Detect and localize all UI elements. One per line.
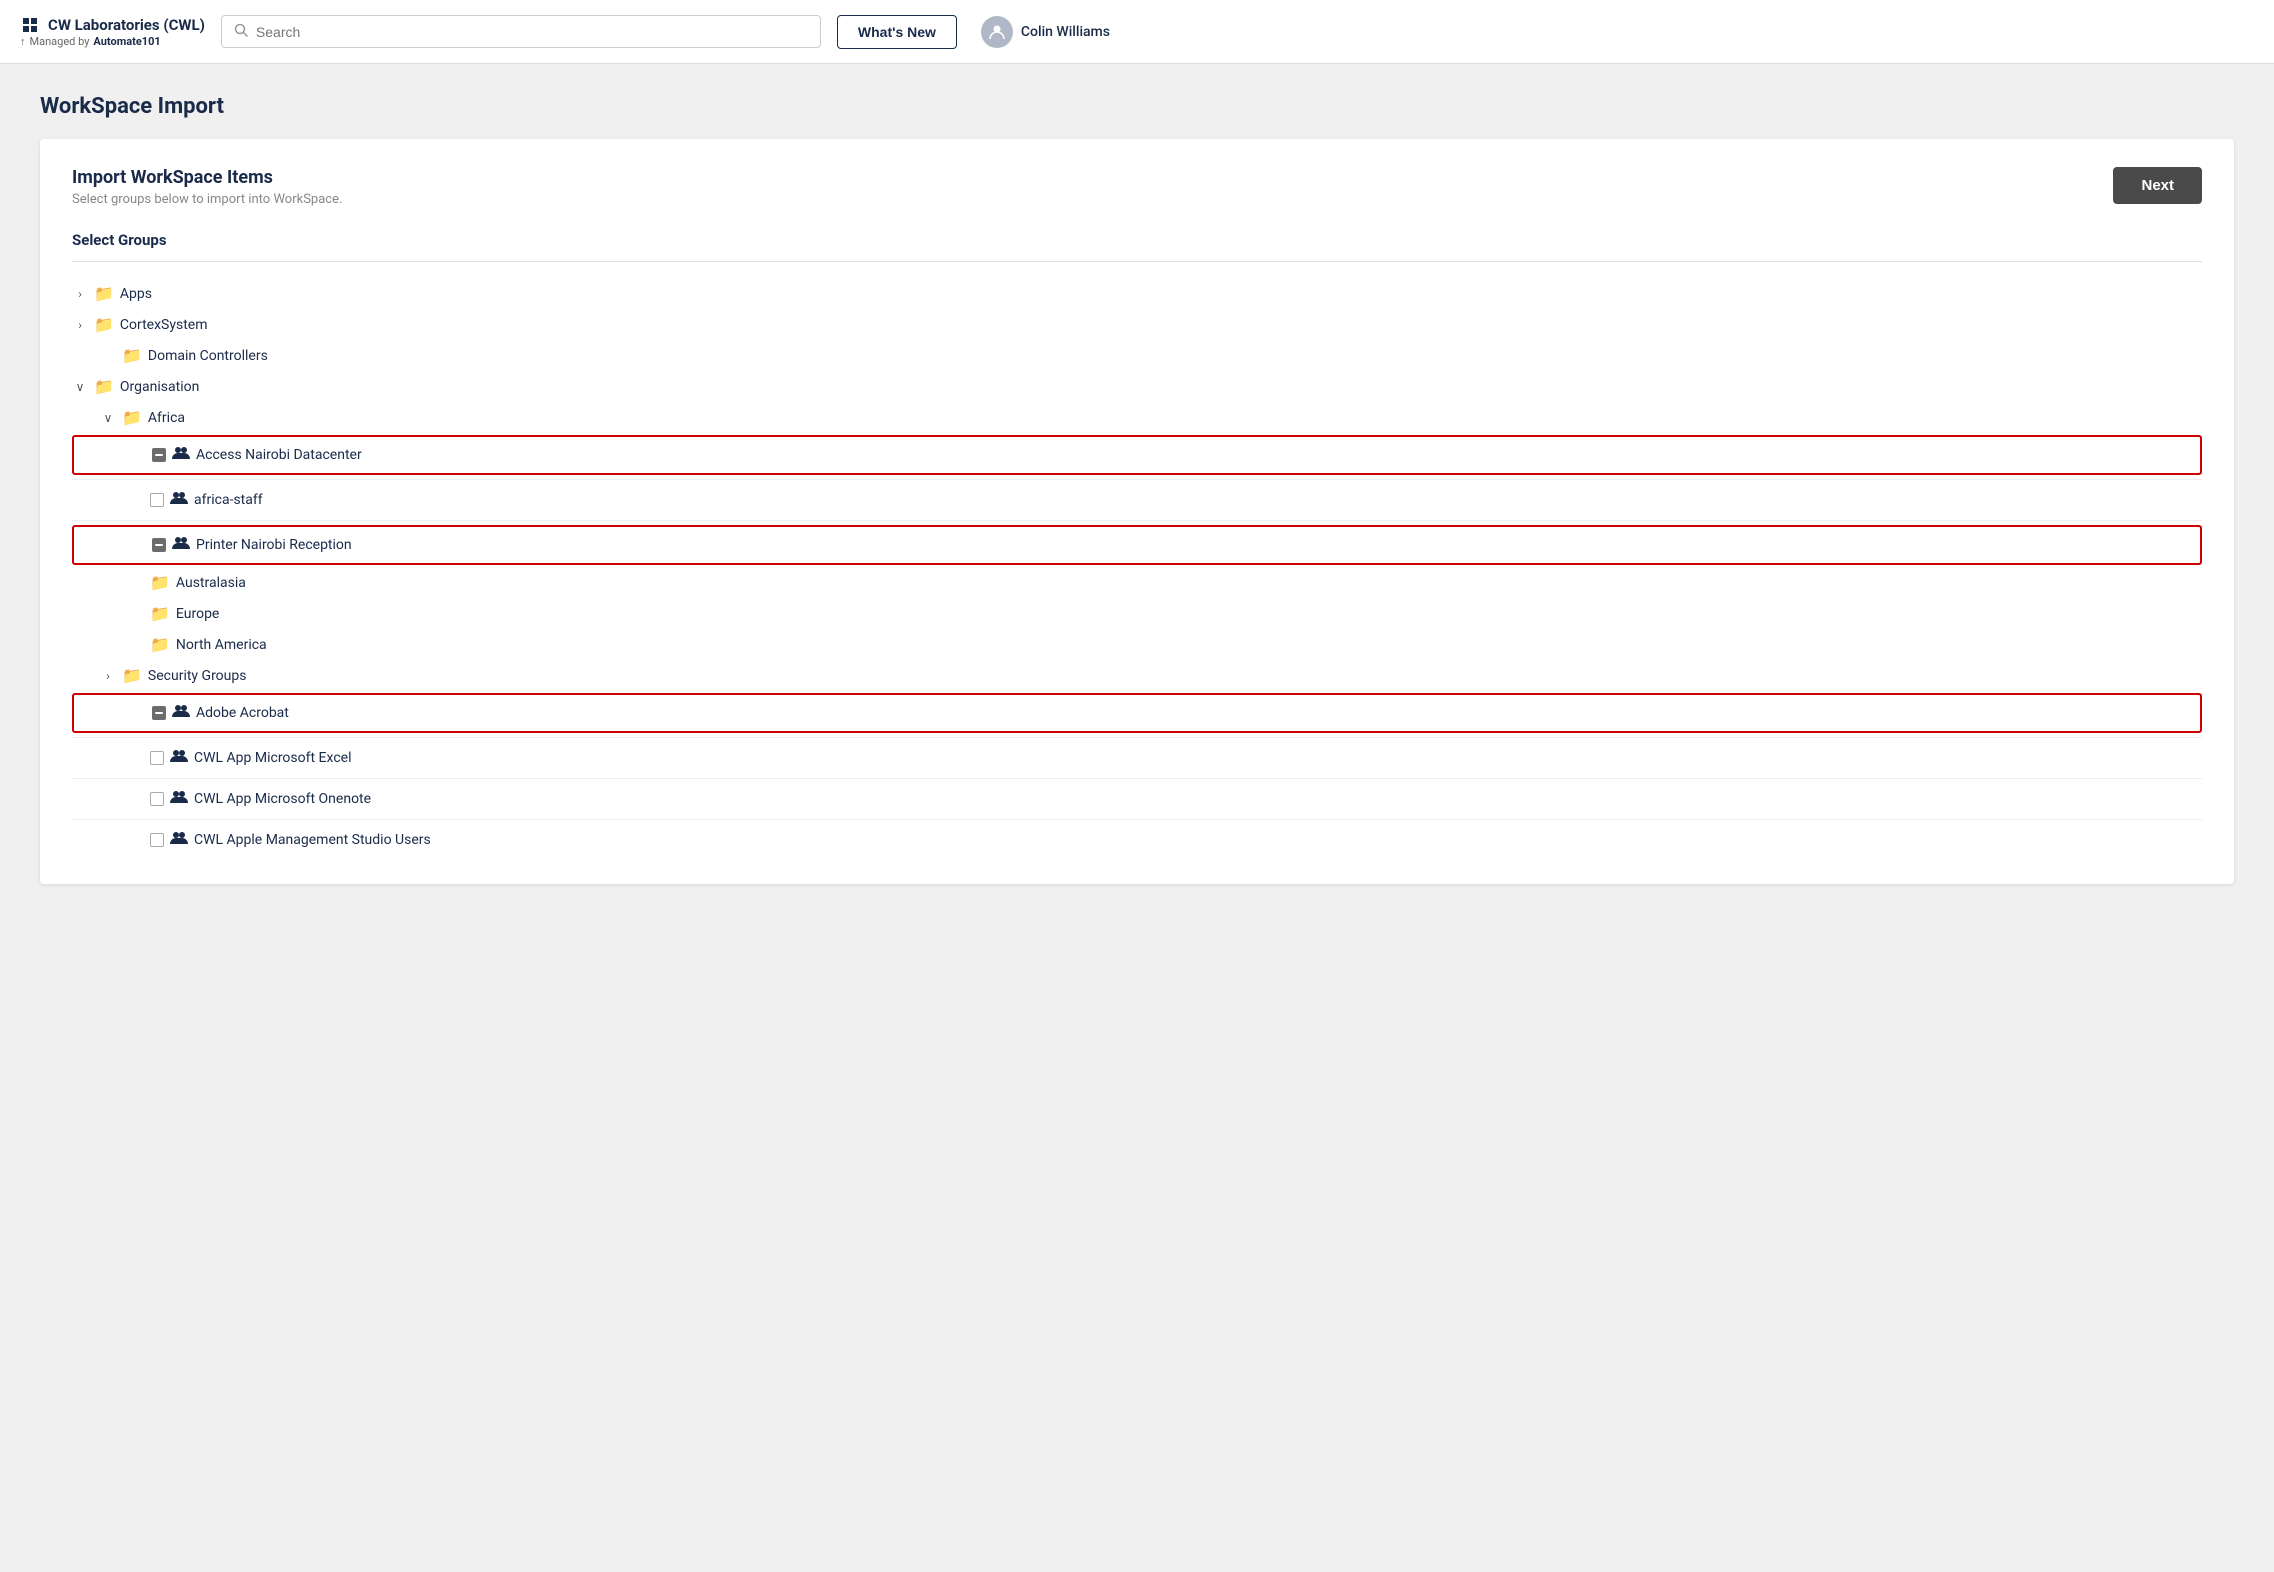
adobe-acrobat-label: Adobe Acrobat (196, 705, 289, 721)
access-nairobi-label: Access Nairobi Datacenter (196, 447, 362, 463)
group-icon-africa-staff (170, 490, 188, 510)
checkbox-cwl-excel[interactable] (150, 751, 164, 765)
brand-title: CW Laboratories (CWL) (20, 15, 205, 35)
header: CW Laboratories (CWL) ↑ Managed by Autom… (0, 0, 2274, 64)
brand-subtitle: ↑ Managed by Automate101 (20, 35, 205, 48)
next-button[interactable]: Next (2113, 167, 2202, 204)
group-icon-cwl-apple (170, 830, 188, 850)
highlighted-row-printer-nairobi: Printer Nairobi Reception (72, 525, 2202, 565)
north-america-label: North America (176, 637, 267, 653)
group-icon-access-nairobi (172, 445, 190, 465)
checkbox-adobe-acrobat[interactable] (152, 706, 166, 720)
cortexsystem-label: CortexSystem (120, 317, 208, 333)
europe-label: Europe (176, 606, 219, 622)
chevron-icon-africa[interactable]: ∨ (100, 410, 116, 426)
page-body: WorkSpace Import Import WorkSpace Items … (0, 64, 2274, 914)
tree-item-security-groups[interactable]: › 📁 Security Groups (72, 660, 2202, 691)
card-header: Import WorkSpace Items Select groups bel… (72, 167, 2202, 207)
highlighted-row-access-nairobi: Access Nairobi Datacenter (72, 435, 2202, 475)
divider-5 (72, 819, 2202, 820)
avatar (981, 16, 1013, 48)
search-input[interactable] (256, 24, 808, 40)
tree-item-cwl-excel[interactable]: CWL App Microsoft Excel (72, 742, 2202, 774)
folder-icon-cortexsystem: 📁 (94, 315, 114, 334)
organisation-label: Organisation (120, 379, 199, 395)
folder-icon-organisation: 📁 (94, 377, 114, 396)
security-groups-label: Security Groups (148, 668, 247, 684)
africa-staff-label: africa-staff (194, 492, 263, 508)
whats-new-button[interactable]: What's New (837, 15, 957, 49)
checkbox-africa-staff[interactable] (150, 493, 164, 507)
chevron-icon-cortexsystem[interactable]: › (72, 317, 88, 333)
import-card: Import WorkSpace Items Select groups bel… (40, 139, 2234, 884)
brand: CW Laboratories (CWL) ↑ Managed by Autom… (20, 15, 205, 48)
group-icon-adobe-acrobat (172, 703, 190, 723)
group-icon-cwl-onenote (170, 789, 188, 809)
brand-name: CW Laboratories (CWL) (48, 16, 205, 34)
tree-item-australasia[interactable]: 📁 Australasia (72, 567, 2202, 598)
chevron-icon-apps[interactable]: › (72, 286, 88, 302)
divider-1 (72, 479, 2202, 480)
cwl-excel-label: CWL App Microsoft Excel (194, 750, 351, 766)
tree-item-adobe-acrobat[interactable]: Adobe Acrobat (74, 699, 2200, 727)
apps-label: Apps (120, 286, 152, 302)
user-name: Colin Williams (1021, 24, 1110, 40)
divider-3 (72, 737, 2202, 738)
tree-item-domain-controllers[interactable]: 📁 Domain Controllers (72, 340, 2202, 371)
folder-icon-australasia: 📁 (150, 573, 170, 592)
user-area: Colin Williams (981, 16, 1110, 48)
tree-item-printer-nairobi[interactable]: Printer Nairobi Reception (74, 531, 2200, 559)
tree-item-north-america[interactable]: 📁 North America (72, 629, 2202, 660)
divider-4 (72, 778, 2202, 779)
folder-icon-security-groups: 📁 (122, 666, 142, 685)
card-header-text: Import WorkSpace Items Select groups bel… (72, 167, 342, 207)
group-icon-cwl-excel (170, 748, 188, 768)
checkbox-printer-nairobi[interactable] (152, 538, 166, 552)
tree-item-cwl-apple[interactable]: CWL Apple Management Studio Users (72, 824, 2202, 856)
folder-icon-apps: 📁 (94, 284, 114, 303)
card-description: Select groups below to import into WorkS… (72, 192, 342, 207)
search-bar[interactable] (221, 15, 821, 48)
page-title: WorkSpace Import (40, 94, 2234, 119)
cwl-apple-label: CWL Apple Management Studio Users (194, 832, 431, 848)
card-heading: Import WorkSpace Items (72, 167, 342, 188)
tree-item-access-nairobi[interactable]: Access Nairobi Datacenter (74, 441, 2200, 469)
domain-controllers-label: Domain Controllers (148, 348, 268, 364)
tree: › 📁 Apps › 📁 CortexSystem 📁 Domain Contr… (72, 278, 2202, 856)
checkbox-cwl-apple[interactable] (150, 833, 164, 847)
tree-item-africa[interactable]: ∨ 📁 Africa (72, 402, 2202, 433)
cwl-onenote-label: CWL App Microsoft Onenote (194, 791, 371, 807)
select-groups-label: Select Groups (72, 231, 2202, 262)
checkbox-cwl-onenote[interactable] (150, 792, 164, 806)
tree-item-europe[interactable]: 📁 Europe (72, 598, 2202, 629)
tree-item-africa-staff[interactable]: africa-staff (72, 484, 2202, 516)
search-icon (234, 22, 248, 41)
printer-nairobi-label: Printer Nairobi Reception (196, 537, 352, 553)
folder-icon-domain-controllers: 📁 (122, 346, 142, 365)
chevron-icon-organisation[interactable]: ∨ (72, 379, 88, 395)
chevron-icon-security-groups[interactable]: › (100, 668, 116, 684)
tree-item-apps[interactable]: › 📁 Apps (72, 278, 2202, 309)
checkbox-access-nairobi[interactable] (152, 448, 166, 462)
australasia-label: Australasia (176, 575, 246, 591)
tree-item-cwl-onenote[interactable]: CWL App Microsoft Onenote (72, 783, 2202, 815)
tree-item-organisation[interactable]: ∨ 📁 Organisation (72, 371, 2202, 402)
folder-icon-africa: 📁 (122, 408, 142, 427)
africa-label: Africa (148, 410, 185, 426)
folder-icon-europe: 📁 (150, 604, 170, 623)
folder-icon-north-america: 📁 (150, 635, 170, 654)
tree-item-cortexsystem[interactable]: › 📁 CortexSystem (72, 309, 2202, 340)
highlighted-row-adobe-acrobat: Adobe Acrobat (72, 693, 2202, 733)
group-icon-printer-nairobi (172, 535, 190, 555)
grid-icon (20, 15, 40, 35)
automate-arrow-icon: ↑ (20, 35, 26, 48)
divider-2 (72, 520, 2202, 521)
